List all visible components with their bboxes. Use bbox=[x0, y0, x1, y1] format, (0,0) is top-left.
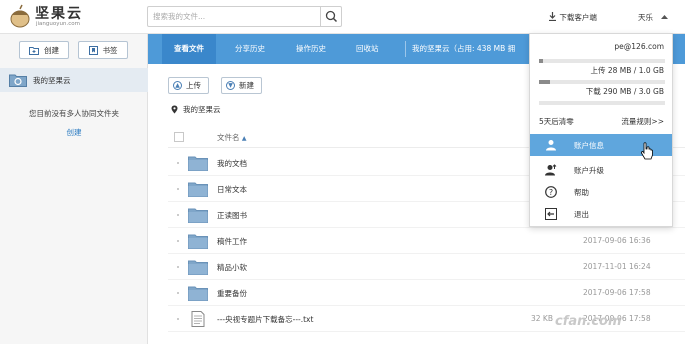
logout-icon bbox=[545, 208, 557, 220]
file-name[interactable]: 重要备份 bbox=[217, 288, 247, 299]
search-icon bbox=[325, 10, 338, 23]
create-shared-link[interactable]: 创建 bbox=[0, 127, 148, 138]
row-dot bbox=[177, 266, 179, 268]
user-name: 天乐 bbox=[638, 13, 653, 22]
file-name[interactable]: 正读图书 bbox=[217, 210, 247, 221]
user-icon bbox=[546, 140, 556, 151]
tab-separator bbox=[405, 41, 406, 57]
help-icon: ? bbox=[545, 186, 557, 198]
folder-icon bbox=[188, 260, 208, 275]
help-label: 帮助 bbox=[574, 188, 589, 197]
menu-item-account-info[interactable]: 账户信息 bbox=[530, 134, 672, 160]
tab-share-history[interactable]: 分享历史 bbox=[235, 34, 265, 64]
top-header: 坚果云 jianguoyun.com 下载客户端 天乐 bbox=[0, 0, 685, 34]
file-row[interactable]: 精品小软 2017-11-01 16:24 bbox=[168, 254, 685, 280]
user-menu[interactable]: 天乐 bbox=[638, 12, 669, 23]
my-nut-label: 我的坚果云 bbox=[33, 75, 71, 85]
logout-label: 退出 bbox=[574, 210, 589, 219]
download-client-link[interactable]: 下载客户端 bbox=[548, 12, 597, 23]
traffic-rules-link[interactable]: 流量规则>> bbox=[621, 116, 664, 127]
file-date: 2017-09-06 16:36 bbox=[583, 236, 651, 245]
logo-name: 坚果云 bbox=[35, 6, 83, 22]
bookmark-icon bbox=[88, 45, 98, 55]
new-icon: ▼ bbox=[226, 81, 235, 90]
column-header-name[interactable]: 文件名 ▲ bbox=[217, 132, 247, 143]
breadcrumb-current[interactable]: 我的坚果云 bbox=[183, 104, 221, 115]
row-dot bbox=[177, 240, 179, 242]
upload-usage-text: 上传 28 MB / 1.0 GB bbox=[590, 66, 665, 75]
file-date: 2017-11-01 16:24 bbox=[583, 262, 651, 271]
upload-usage-fill bbox=[539, 59, 543, 63]
row-dot bbox=[177, 162, 179, 164]
row-dot bbox=[177, 214, 179, 216]
caret-up-icon bbox=[661, 15, 669, 19]
search-input[interactable] bbox=[148, 7, 320, 26]
account-info-label: 账户信息 bbox=[574, 141, 604, 150]
upload-button[interactable]: ▲ 上传 bbox=[168, 77, 209, 94]
bookmark-label: 书签 bbox=[102, 45, 118, 55]
sync-folder-icon bbox=[9, 74, 27, 87]
search-button[interactable] bbox=[320, 7, 341, 26]
select-all-checkbox[interactable] bbox=[174, 132, 184, 142]
svg-text:?: ? bbox=[549, 188, 553, 197]
new-label: 新建 bbox=[239, 81, 254, 90]
file-name[interactable]: 我的文档 bbox=[217, 158, 247, 169]
account-dropdown: pe@126.com 上传 28 MB / 1.0 GB 下载 290 MB /… bbox=[529, 33, 673, 227]
watermark: cfan.com bbox=[555, 314, 622, 329]
create-label: 创建 bbox=[44, 45, 59, 55]
new-folder-icon bbox=[29, 46, 39, 55]
sort-up-icon: ▲ bbox=[241, 135, 247, 142]
download-usage-text: 下载 290 MB / 3.0 GB bbox=[585, 87, 664, 96]
download-usage-bar bbox=[539, 80, 665, 84]
file-size: 32 KB bbox=[531, 314, 553, 323]
download-usage-fill bbox=[539, 80, 551, 84]
account-upgrade-label: 账户升级 bbox=[574, 166, 604, 175]
storage-usage-text: 我的坚果云（占用: 438 MB 拥 bbox=[412, 44, 516, 53]
file-date: 2017-09-06 17:58 bbox=[583, 288, 651, 297]
file-name[interactable]: 精品小软 bbox=[217, 262, 247, 273]
folder-icon bbox=[188, 182, 208, 197]
user-upgrade-icon bbox=[545, 164, 557, 176]
breadcrumb: 我的坚果云 bbox=[171, 104, 221, 115]
left-sidebar: 创建 书签 我的坚果云 您目前没有多人协同文件夹 创建 bbox=[0, 34, 148, 344]
sidebar-item-my-nut[interactable]: 我的坚果云 bbox=[0, 68, 148, 92]
file-row[interactable]: 重要备份 2017-09-06 17:58 bbox=[168, 280, 685, 306]
upload-icon: ▲ bbox=[173, 81, 182, 90]
menu-item-account-upgrade[interactable]: 账户升级 bbox=[530, 159, 672, 181]
download-usage-bar-2 bbox=[539, 101, 665, 105]
download-client-label: 下载客户端 bbox=[559, 13, 597, 22]
folder-icon bbox=[188, 208, 208, 223]
search-box bbox=[147, 6, 342, 27]
folder-icon bbox=[188, 156, 208, 171]
file-name[interactable]: ---央视专题片下载备忘---.txt bbox=[217, 314, 313, 325]
folder-icon bbox=[188, 286, 208, 301]
hand-cursor-icon bbox=[641, 142, 653, 160]
file-name[interactable]: 稿件工作 bbox=[217, 236, 247, 247]
account-email: pe@126.com bbox=[614, 42, 664, 51]
logo-url: jianguoyun.com bbox=[36, 21, 80, 27]
row-dot bbox=[177, 292, 179, 294]
menu-item-help[interactable]: ? 帮助 bbox=[530, 181, 672, 203]
column-name-label: 文件名 bbox=[217, 133, 240, 142]
upload-label: 上传 bbox=[186, 81, 201, 90]
location-pin-icon bbox=[171, 105, 178, 114]
nut-logo-icon[interactable] bbox=[9, 4, 31, 28]
create-button[interactable]: 创建 bbox=[19, 41, 69, 59]
tab-recycle-bin[interactable]: 回收站 bbox=[356, 34, 379, 64]
text-file-icon bbox=[191, 311, 205, 327]
menu-item-logout[interactable]: 退出 bbox=[530, 203, 672, 225]
file-row[interactable]: 稿件工作 2017-09-06 16:36 bbox=[168, 228, 685, 254]
folder-icon bbox=[188, 234, 208, 249]
tab-view-files[interactable]: 查看文件 bbox=[162, 34, 216, 64]
no-shared-folder-text: 您目前没有多人协同文件夹 bbox=[29, 109, 119, 118]
bookmark-button[interactable]: 书签 bbox=[78, 41, 128, 59]
row-dot bbox=[177, 318, 179, 320]
upload-usage-bar bbox=[539, 59, 665, 63]
new-button[interactable]: ▼ 新建 bbox=[221, 77, 262, 94]
download-icon bbox=[549, 12, 556, 22]
row-dot bbox=[177, 188, 179, 190]
tab-operation-history[interactable]: 操作历史 bbox=[296, 34, 326, 64]
reset-text: 5天后清零 bbox=[539, 117, 574, 126]
file-name[interactable]: 日常文本 bbox=[217, 184, 247, 195]
